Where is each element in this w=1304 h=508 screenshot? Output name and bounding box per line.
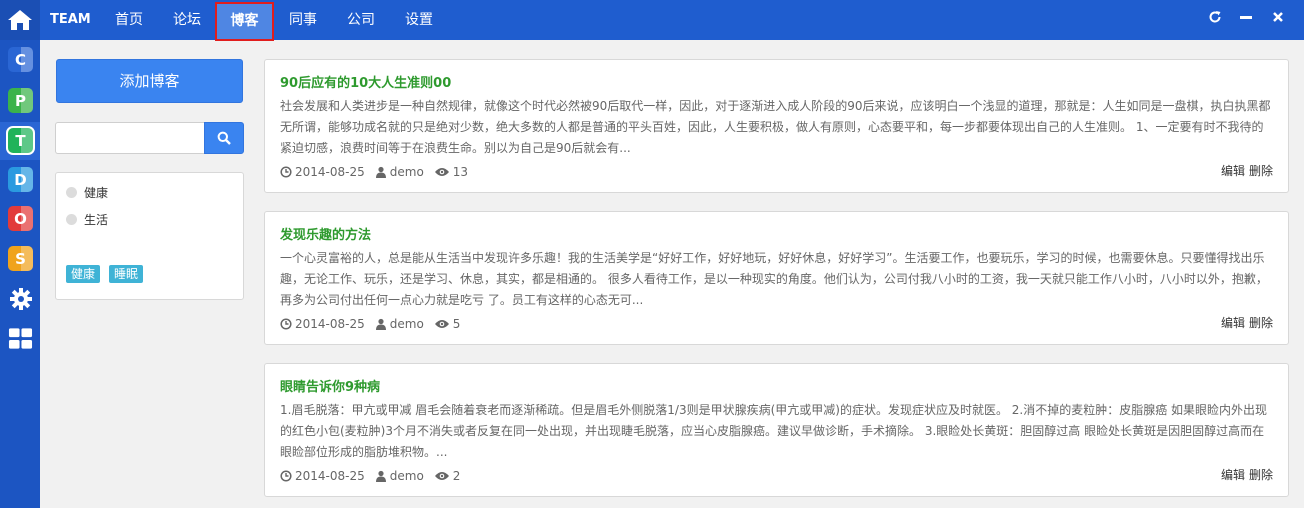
user-icon: [375, 166, 387, 178]
blog-post-card: 90后应有的10大人生准则00 社会发展和人类进步是一种自然规律，就像这个时代必…: [264, 59, 1289, 193]
search-icon: [217, 131, 231, 145]
gear-icon: [9, 287, 32, 310]
delete-link[interactable]: 删除: [1249, 316, 1273, 330]
post-views: 13: [452, 165, 469, 179]
app-s-button[interactable]: S: [8, 246, 33, 271]
bullet-icon: [66, 213, 77, 225]
post-actions: 编辑 删除: [1217, 466, 1273, 483]
app-p-button[interactable]: P: [8, 88, 33, 113]
refresh-icon: [1209, 11, 1221, 23]
post-meta: 2014-08-25 demo 2: [280, 469, 460, 483]
app-t-letter: T: [15, 131, 26, 150]
app-d-letter: D: [14, 170, 27, 189]
category-label: 健康: [84, 185, 109, 200]
post-title[interactable]: 眼睛告诉你9种病: [280, 376, 380, 395]
delete-link[interactable]: 删除: [1249, 164, 1273, 178]
minimize-button[interactable]: [1236, 10, 1256, 30]
blog-post-card: 发现乐趣的方法 一个心灵富裕的人，总是能从生活当中发现许多乐趣！我的生活美学是“…: [264, 211, 1289, 345]
edit-link[interactable]: 编辑: [1221, 316, 1245, 330]
post-author[interactable]: demo: [390, 469, 424, 483]
app-t-button[interactable]: T: [8, 128, 33, 153]
nav-blog[interactable]: 博客: [215, 2, 274, 41]
clock-icon: [280, 318, 292, 330]
edit-link[interactable]: 编辑: [1221, 468, 1245, 482]
app-o-letter: O: [14, 209, 27, 228]
app-c-button[interactable]: C: [8, 47, 33, 72]
eye-icon: [434, 318, 450, 330]
close-button[interactable]: [1268, 10, 1288, 30]
post-actions: 编辑 删除: [1217, 162, 1273, 179]
post-title[interactable]: 发现乐趣的方法: [280, 224, 371, 243]
nav-colleagues[interactable]: 同事: [278, 0, 328, 40]
nav-settings[interactable]: 设置: [394, 0, 444, 40]
app-c-letter: C: [14, 50, 26, 69]
post-author[interactable]: demo: [390, 165, 424, 179]
post-excerpt: 一个心灵富裕的人，总是能从生活当中发现许多乐趣！我的生活美学是“好好工作，好好地…: [280, 251, 1268, 307]
apps-grid-button[interactable]: [8, 326, 33, 351]
clock-icon: [280, 470, 292, 482]
eye-icon: [434, 470, 450, 482]
refresh-button[interactable]: [1205, 10, 1225, 30]
clock-icon: [280, 166, 292, 178]
category-item[interactable]: 健康: [66, 184, 108, 200]
post-views: 5: [452, 317, 461, 331]
brand-logo: TEAM: [50, 12, 91, 27]
post-date: 2014-08-25: [295, 165, 365, 179]
search-button[interactable]: [204, 122, 244, 154]
settings-button[interactable]: [8, 286, 33, 311]
delete-link[interactable]: 删除: [1249, 468, 1273, 482]
app-p-letter: P: [15, 91, 26, 110]
app-d-button[interactable]: D: [8, 167, 33, 192]
close-icon: [1273, 12, 1283, 22]
minimize-icon: [1240, 16, 1252, 19]
eye-icon: [434, 166, 450, 178]
nav-forum[interactable]: 论坛: [162, 0, 212, 40]
nav-home[interactable]: 首页: [104, 0, 154, 40]
add-blog-button[interactable]: 添加博客: [56, 59, 243, 103]
bullet-icon: [66, 186, 77, 198]
top-nav: TEAM 首页 论坛 博客 同事 公司 设置: [40, 0, 1304, 41]
app-rail: C P T D O S: [0, 0, 40, 508]
post-excerpt: 1.眉毛脱落：甲亢或甲减 眉毛会随着衰老而逐渐稀疏。但是眉毛外侧脱落1/3则是甲…: [280, 403, 1268, 459]
nav-company[interactable]: 公司: [336, 0, 386, 40]
blog-post-card: 眼睛告诉你9种病 1.眉毛脱落：甲亢或甲减 眉毛会随着衰老而逐渐稀疏。但是眉毛外…: [264, 363, 1289, 497]
post-author[interactable]: demo: [390, 317, 424, 331]
category-label: 生活: [84, 212, 109, 227]
home-icon: [8, 10, 32, 30]
app-o-button[interactable]: O: [8, 206, 33, 231]
category-panel: 健康 生活 健康 睡眠: [55, 172, 244, 300]
post-excerpt: 社会发展和人类进步是一种自然规律，就像这个时代必然被90后取代一样，因此，对于逐…: [280, 99, 1271, 155]
home-button[interactable]: [0, 0, 40, 40]
user-icon: [375, 318, 387, 330]
post-meta: 2014-08-25 demo 5: [280, 317, 460, 331]
post-date: 2014-08-25: [295, 469, 365, 483]
app-s-letter: S: [15, 249, 26, 268]
category-item[interactable]: 生活: [66, 211, 108, 227]
tag-sleep[interactable]: 睡眠: [109, 265, 144, 283]
post-meta: 2014-08-25 demo 13: [280, 165, 468, 179]
grid-icon: [8, 327, 33, 349]
search-input[interactable]: [55, 122, 205, 154]
user-icon: [375, 470, 387, 482]
post-views: 2: [452, 469, 461, 483]
tag-health[interactable]: 健康: [66, 265, 101, 283]
edit-link[interactable]: 编辑: [1221, 164, 1245, 178]
post-title[interactable]: 90后应有的10大人生准则00: [280, 72, 451, 91]
post-date: 2014-08-25: [295, 317, 365, 331]
post-actions: 编辑 删除: [1217, 314, 1273, 331]
